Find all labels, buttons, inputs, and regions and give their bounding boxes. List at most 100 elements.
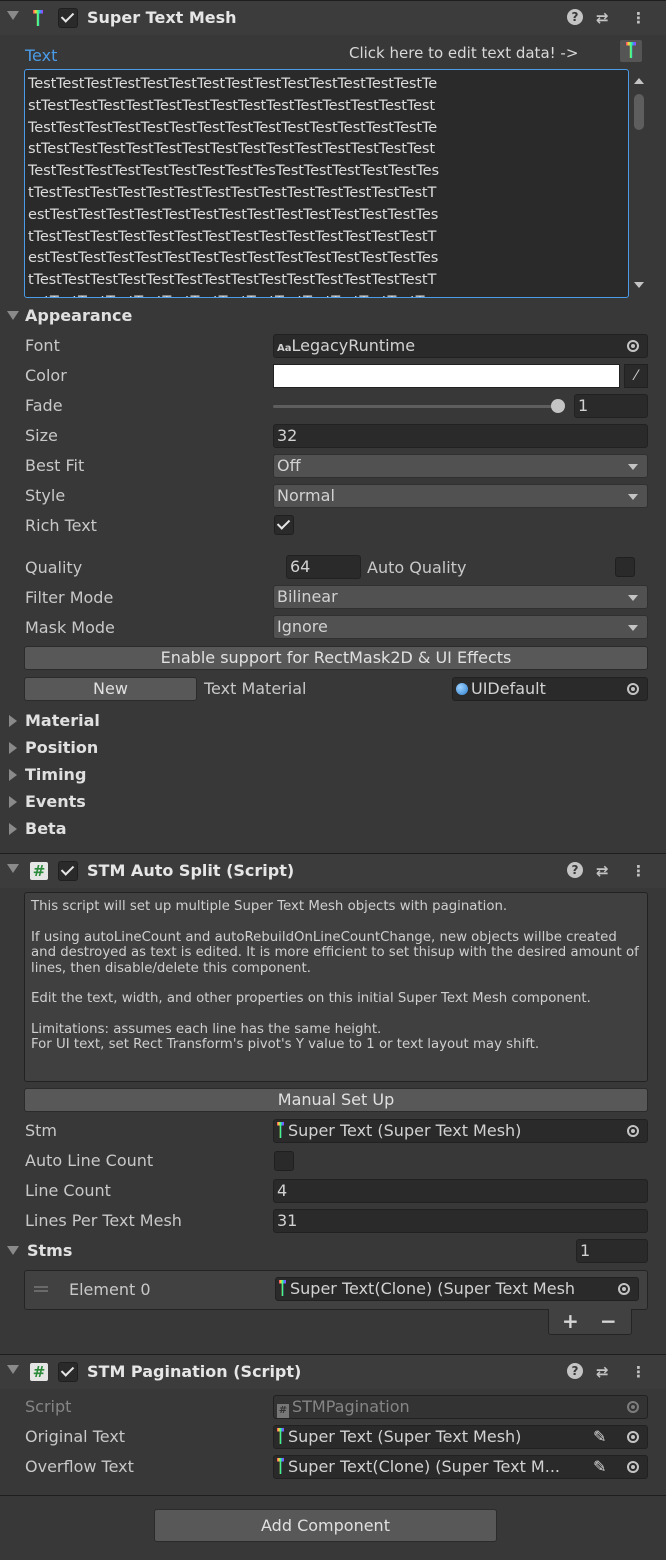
text-data-line: tTestTestTestTestTestTestTestTestTestTes… [28, 183, 437, 201]
section-events[interactable]: Events [25, 792, 86, 811]
original-text-field[interactable]: Super Text (Super Text Mesh) [273, 1425, 648, 1449]
fade-slider-handle[interactable] [551, 399, 565, 413]
fold-arrow-icon[interactable] [7, 1365, 19, 1374]
mask-mode-dropdown[interactable]: Ignore [273, 615, 648, 639]
help-text: If using autoLineCount and autoRebuildOn… [31, 929, 639, 976]
color-label: Color [25, 366, 67, 385]
edit-text-hint[interactable]: Click here to edit text data! -> [349, 44, 578, 62]
divider [0, 1495, 666, 1496]
edit-pencil-icon[interactable]: ✎ [593, 1457, 606, 1476]
super-text-mesh-icon[interactable] [620, 40, 642, 62]
kebab-menu-icon[interactable]: ⋮ [631, 1363, 646, 1381]
stms-size-input[interactable]: 1 [576, 1239, 648, 1263]
text-material-field[interactable]: UIDefault [452, 677, 648, 701]
section-material[interactable]: Material [25, 711, 100, 730]
scroll-down-icon[interactable] [634, 282, 644, 288]
presets-icon[interactable]: ⇄ [596, 9, 609, 27]
object-picker-icon[interactable] [627, 1461, 639, 1473]
auto-quality-checkbox[interactable] [615, 557, 635, 577]
fold-arrow-icon[interactable] [7, 11, 19, 20]
auto-line-count-checkbox[interactable] [274, 1151, 294, 1171]
presets-icon[interactable]: ⇄ [596, 862, 609, 880]
component-title: STM Pagination (Script) [87, 1362, 302, 1381]
eyedropper-icon[interactable]: ⁄ [624, 364, 648, 388]
super-text-mesh-icon [277, 1458, 284, 1474]
stm-component-header[interactable]: Super Text Mesh ? ⇄ ⋮ [0, 0, 666, 35]
best-fit-dropdown[interactable]: Off [273, 454, 648, 478]
element-field[interactable]: Super Text(Clone) (Super Text Mesh [275, 1277, 639, 1301]
style-label: Style [25, 486, 66, 505]
kebab-menu-icon[interactable]: ⋮ [631, 9, 646, 27]
object-picker-icon[interactable] [627, 340, 639, 352]
component-enabled-checkbox[interactable] [58, 8, 78, 28]
text-data-area[interactable]: TestTestTestTestTestTestTestTestTestTest… [24, 69, 629, 298]
object-picker-icon[interactable] [627, 683, 639, 695]
section-timing[interactable]: Timing [25, 765, 86, 784]
lines-per-text-mesh-input[interactable]: 31 [273, 1209, 648, 1233]
line-count-input[interactable]: 4 [273, 1179, 648, 1203]
autosplit-component-header[interactable]: # STM Auto Split (Script) ? ⇄ ⋮ [0, 853, 666, 888]
scroll-thumb[interactable] [634, 94, 644, 130]
quality-input[interactable]: 64 [286, 555, 361, 579]
section-position[interactable]: Position [25, 738, 98, 757]
edit-pencil-icon[interactable]: ✎ [593, 1427, 606, 1446]
kebab-menu-icon[interactable]: ⋮ [631, 862, 646, 880]
filter-mode-dropdown[interactable]: Bilinear [273, 585, 648, 609]
element-label: Element 0 [69, 1280, 151, 1299]
line-count-label: Line Count [25, 1181, 111, 1200]
fold-closed-icon[interactable] [9, 742, 17, 754]
text-data-content: TestTestTestTestTestTestTestTestTestTest… [28, 73, 439, 297]
style-dropdown[interactable]: Normal [273, 484, 648, 508]
enable-rectmask-button[interactable]: Enable support for RectMask2D & UI Effec… [24, 646, 648, 670]
add-element-button[interactable]: + [562, 1309, 579, 1333]
dropdown-arrow-icon [628, 494, 638, 500]
dropdown-arrow-icon [628, 595, 638, 601]
help-icon[interactable]: ? [567, 862, 583, 878]
object-picker-icon[interactable] [627, 1431, 639, 1443]
quality-label: Quality [25, 558, 83, 577]
overflow-text-label: Overflow Text [25, 1457, 134, 1476]
component-enabled-checkbox[interactable] [58, 861, 78, 881]
pagination-component-header[interactable]: # STM Pagination (Script) ? ⇄ ⋮ [0, 1354, 666, 1389]
overflow-text-field[interactable]: Super Text(Clone) (Super Text M... [273, 1455, 648, 1479]
help-icon[interactable]: ? [567, 1363, 583, 1379]
component-enabled-checkbox[interactable] [58, 1362, 78, 1382]
new-material-button[interactable]: New [24, 677, 197, 701]
fold-closed-icon[interactable] [9, 715, 17, 727]
size-input[interactable]: 32 [273, 424, 648, 448]
stm-field[interactable]: Super Text (Super Text Mesh) [273, 1119, 648, 1143]
text-scrollbar[interactable] [632, 70, 646, 298]
fold-closed-icon[interactable] [9, 796, 17, 808]
stms-section[interactable]: Stms [27, 1241, 72, 1260]
material-icon [456, 683, 468, 695]
super-text-mesh-icon [277, 1428, 284, 1444]
filter-mode-label: Filter Mode [25, 588, 114, 607]
stms-fold-icon[interactable] [7, 1246, 19, 1255]
help-icon[interactable]: ? [567, 9, 583, 25]
object-picker-icon [627, 1401, 639, 1413]
fade-input[interactable]: 1 [574, 394, 648, 418]
fold-closed-icon[interactable] [9, 823, 17, 835]
add-component-button[interactable]: Add Component [154, 1509, 497, 1542]
manual-set-up-button[interactable]: Manual Set Up [24, 1088, 648, 1112]
fade-slider-track[interactable] [273, 405, 563, 408]
script-label: Script [25, 1397, 72, 1416]
section-beta[interactable]: Beta [25, 819, 67, 838]
color-swatch[interactable] [273, 364, 620, 388]
object-picker-icon[interactable] [618, 1283, 630, 1295]
fold-arrow-icon[interactable] [7, 864, 19, 873]
font-field[interactable]: AaLegacyRuntime [273, 334, 648, 358]
presets-icon[interactable]: ⇄ [596, 1363, 609, 1381]
scroll-up-icon[interactable] [634, 78, 644, 84]
fold-closed-icon[interactable] [9, 769, 17, 781]
appearance-fold-icon[interactable] [7, 311, 19, 320]
remove-element-button[interactable]: − [600, 1309, 617, 1333]
text-data-line: tTestTestTestTestTestTestTestTestTestTes… [28, 227, 437, 245]
rich-text-checkbox[interactable] [274, 515, 294, 535]
auto-quality-label: Auto Quality [367, 558, 467, 577]
object-picker-icon[interactable] [627, 1125, 639, 1137]
appearance-section[interactable]: Appearance [25, 306, 132, 325]
text-material-label: Text Material [204, 679, 307, 698]
drag-handle-icon[interactable] [34, 1286, 48, 1292]
script-icon: # [30, 862, 48, 880]
